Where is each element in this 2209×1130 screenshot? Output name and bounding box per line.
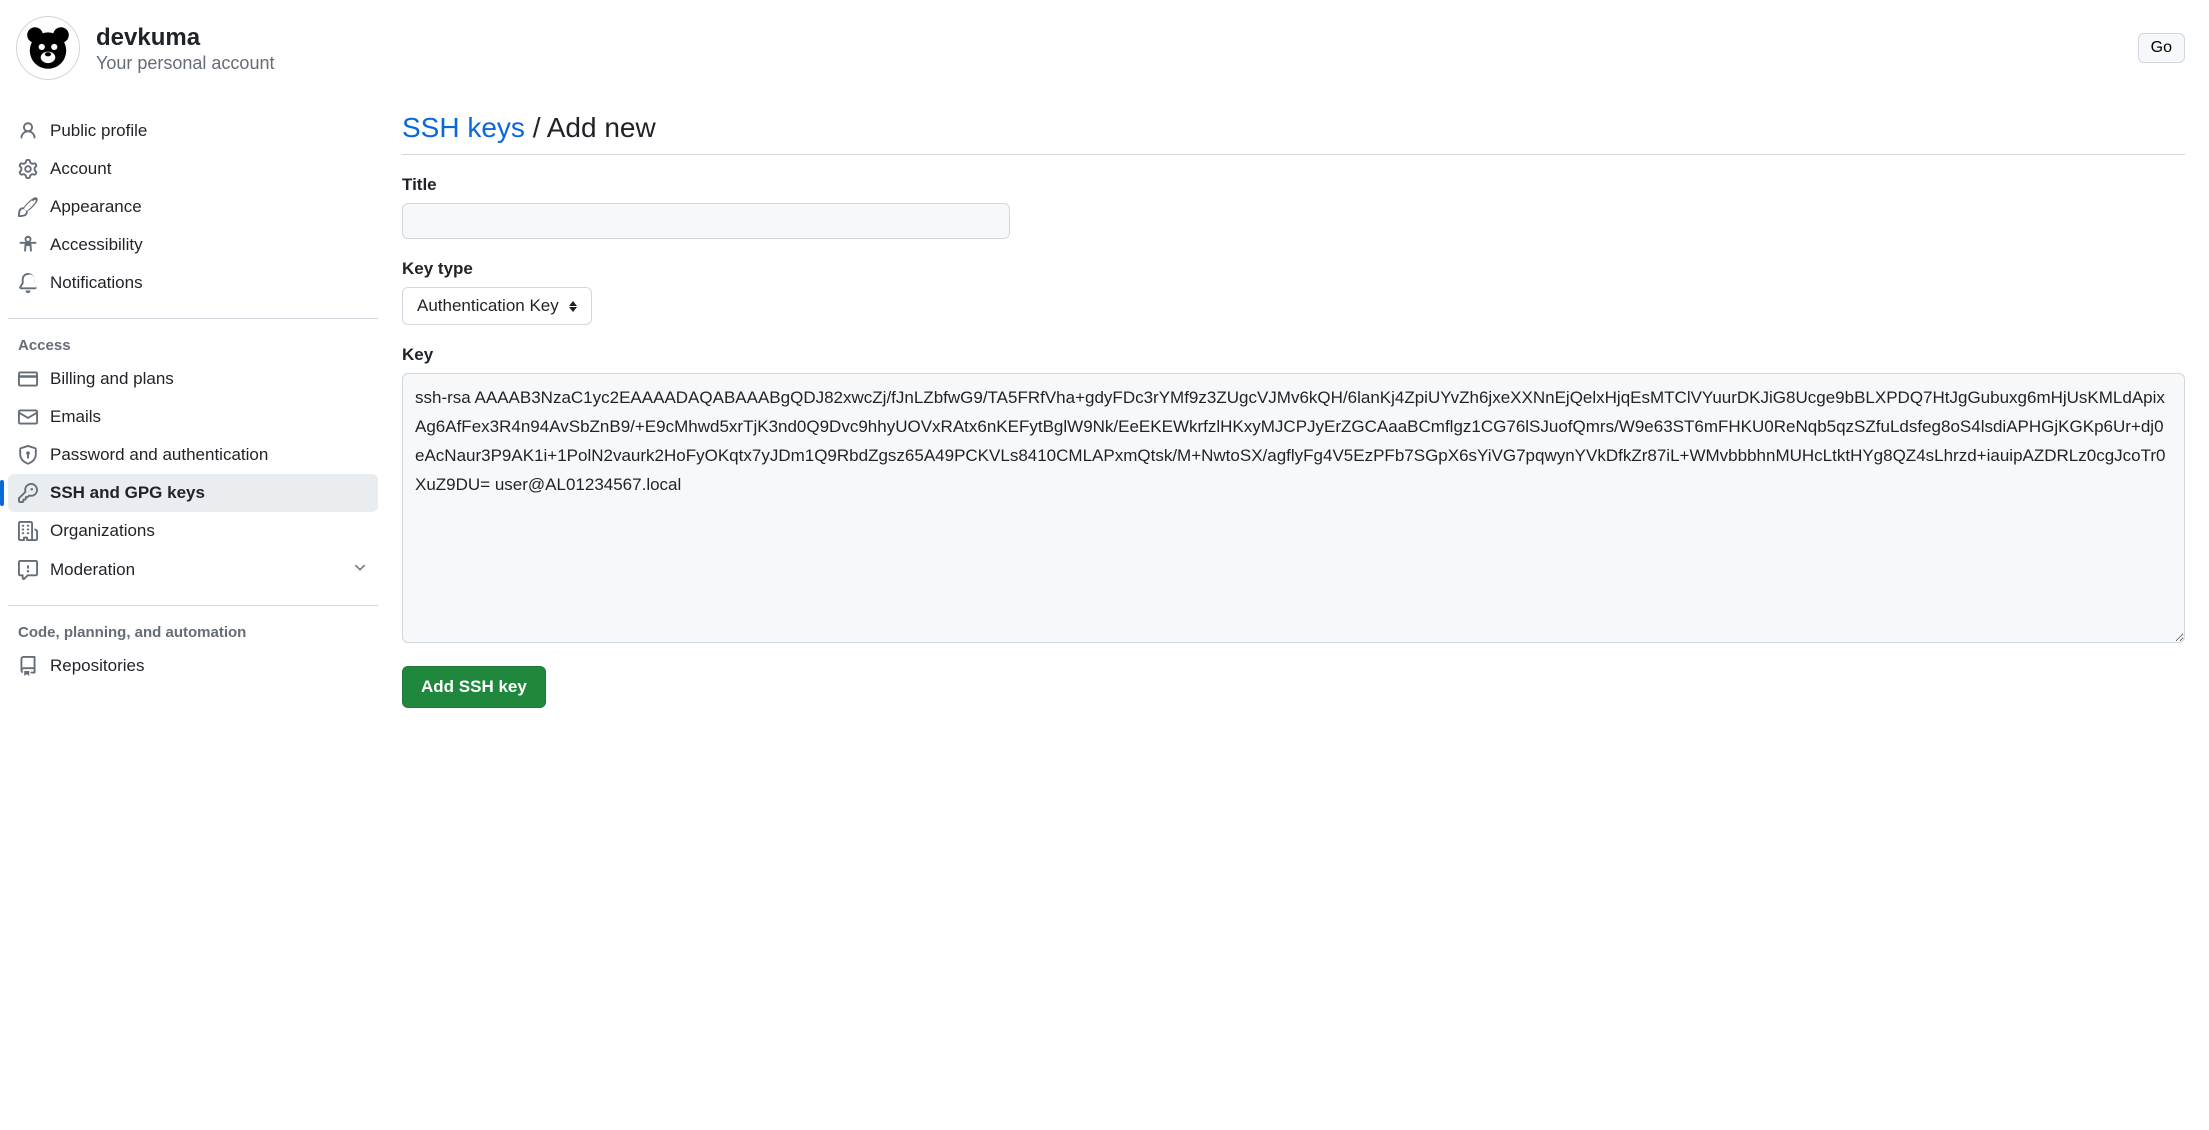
go-button[interactable]: Go	[2138, 33, 2185, 63]
title-input[interactable]	[402, 203, 1010, 239]
sidebar-item-billing[interactable]: Billing and plans	[8, 360, 378, 398]
add-ssh-key-button[interactable]: Add SSH key	[402, 666, 546, 708]
sidebar-item-label: Repositories	[50, 656, 145, 676]
section-title-code: Code, planning, and automation	[8, 614, 378, 647]
title-label: Title	[402, 175, 2185, 195]
sidebar-item-notifications[interactable]: Notifications	[8, 264, 378, 302]
select-caret-icon	[569, 301, 577, 312]
key-icon	[18, 483, 38, 503]
chevron-down-icon	[352, 559, 368, 580]
organization-icon	[18, 521, 38, 541]
user-info: devkuma Your personal account	[96, 23, 274, 74]
sidebar-item-label: Accessibility	[50, 235, 143, 255]
key-textarea[interactable]	[402, 373, 2185, 643]
credit-card-icon	[18, 369, 38, 389]
sidebar-item-account[interactable]: Account	[8, 150, 378, 188]
sidebar-item-label: Billing and plans	[50, 369, 174, 389]
sidebar-item-ssh-keys[interactable]: SSH and GPG keys	[8, 474, 378, 512]
nav-divider	[8, 605, 378, 606]
sidebar-item-label: SSH and GPG keys	[50, 483, 205, 503]
nav-divider	[8, 318, 378, 319]
paintbrush-icon	[18, 197, 38, 217]
sidebar-item-emails[interactable]: Emails	[8, 398, 378, 436]
sidebar-item-label: Public profile	[50, 121, 147, 141]
repo-icon	[18, 656, 38, 676]
report-icon	[18, 560, 38, 580]
shield-lock-icon	[18, 445, 38, 465]
keytype-value: Authentication Key	[417, 296, 559, 316]
mail-icon	[18, 407, 38, 427]
person-icon	[18, 121, 38, 141]
page-header: devkuma Your personal account Go	[0, 0, 2209, 88]
account-subtitle: Your personal account	[96, 53, 274, 74]
sidebar-item-label: Password and authentication	[50, 445, 268, 465]
breadcrumb-current: Add new	[547, 112, 656, 143]
avatar-bear-icon	[22, 22, 74, 74]
username: devkuma	[96, 23, 274, 53]
sidebar-item-password[interactable]: Password and authentication	[8, 436, 378, 474]
sidebar-item-repositories[interactable]: Repositories	[8, 647, 378, 685]
sidebar-item-label: Organizations	[50, 521, 155, 541]
header-left: devkuma Your personal account	[16, 16, 274, 80]
avatar[interactable]	[16, 16, 80, 80]
sidebar-item-label: Emails	[50, 407, 101, 427]
sidebar-item-label: Appearance	[50, 197, 142, 217]
sidebar-item-organizations[interactable]: Organizations	[8, 512, 378, 550]
key-label: Key	[402, 345, 2185, 365]
sidebar-item-accessibility[interactable]: Accessibility	[8, 226, 378, 264]
bell-icon	[18, 273, 38, 293]
sidebar-item-public-profile[interactable]: Public profile	[8, 112, 378, 150]
settings-sidebar: Public profile Account Appearance Access…	[8, 112, 378, 708]
main-content: SSH keys / Add new Title Key type Authen…	[402, 112, 2193, 708]
sidebar-item-moderation[interactable]: Moderation	[8, 550, 378, 589]
keytype-label: Key type	[402, 259, 2185, 279]
breadcrumb-link-ssh-keys[interactable]: SSH keys	[402, 112, 525, 143]
gear-icon	[18, 159, 38, 179]
sidebar-item-label: Moderation	[50, 560, 135, 580]
sidebar-item-appearance[interactable]: Appearance	[8, 188, 378, 226]
accessibility-icon	[18, 235, 38, 255]
sidebar-item-label: Account	[50, 159, 111, 179]
breadcrumb: SSH keys / Add new	[402, 112, 2185, 155]
sidebar-item-label: Notifications	[50, 273, 143, 293]
section-title-access: Access	[8, 327, 378, 360]
keytype-select[interactable]: Authentication Key	[402, 287, 592, 325]
breadcrumb-separator: /	[533, 112, 541, 143]
